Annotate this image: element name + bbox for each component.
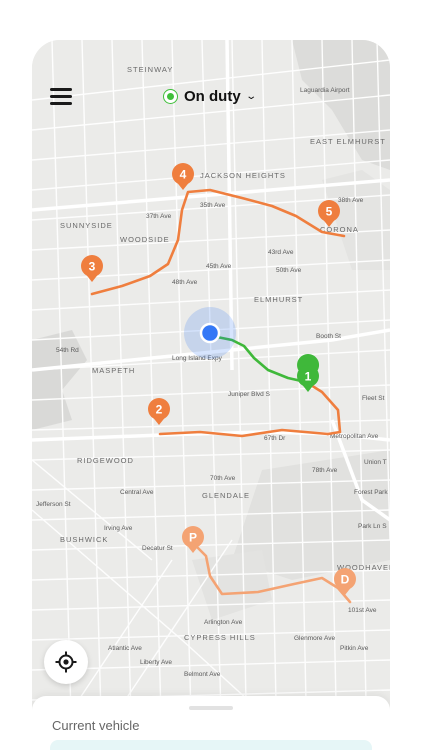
map-view[interactable]: STEINWAY Laguardia Airport EAST ELMHURST… bbox=[32, 40, 390, 750]
stop-pin-label: 1 bbox=[305, 370, 312, 384]
hamburger-menu-icon[interactable] bbox=[50, 86, 74, 106]
map-label-booth-st: Booth St bbox=[316, 333, 341, 340]
map-label-irving-ave: Irving Ave bbox=[104, 525, 133, 532]
map-label-67th-dr: 67th Dr bbox=[264, 435, 286, 442]
map-label-arlington-ave: Arlington Ave bbox=[204, 619, 243, 626]
sheet-drag-handle[interactable] bbox=[189, 706, 233, 710]
stop-pin-label: 2 bbox=[156, 403, 163, 417]
recenter-location-button[interactable] bbox=[44, 640, 88, 684]
map-label-decatur-st: Decatur St bbox=[142, 545, 173, 552]
map-label-54th-rd: 54th Rd bbox=[56, 347, 79, 354]
map-label-liberty-ave: Liberty Ave bbox=[140, 659, 172, 666]
map-label-50th-ave: 50th Ave bbox=[276, 267, 302, 274]
pickup-pin-label: P bbox=[189, 531, 197, 545]
map-label-38th-ave: 38th Ave bbox=[338, 197, 364, 204]
map-label-sunnyside: SUNNYSIDE bbox=[60, 221, 113, 230]
status-indicator-dot bbox=[164, 89, 177, 103]
map-label-35th-ave: 35th Ave bbox=[200, 202, 226, 209]
duty-status-dropdown[interactable]: On duty ⌄ bbox=[164, 84, 257, 108]
map-label-cypress-hills: CYPRESS HILLS bbox=[184, 633, 256, 642]
map-label-37th-ave: 37th Ave bbox=[146, 213, 172, 220]
chevron-down-icon: ⌄ bbox=[244, 90, 257, 102]
stop-pin-label: 5 bbox=[326, 205, 333, 219]
map-label-woodside: WOODSIDE bbox=[120, 235, 170, 244]
map-label-70th-ave: 70th Ave bbox=[210, 475, 236, 482]
map-label-forest-park: Forest Park bbox=[354, 489, 388, 496]
map-label-glendale: GLENDALE bbox=[202, 491, 250, 500]
map-label-101st-ave: 101st Ave bbox=[348, 607, 377, 614]
map-label-45th-ave: 45th Ave bbox=[206, 263, 232, 270]
map-label-fleet-st: Fleet St bbox=[362, 395, 385, 402]
map-label-central-ave: Central Ave bbox=[120, 489, 154, 496]
bottom-sheet[interactable]: Current vehicle bbox=[32, 696, 390, 750]
crosshair-icon bbox=[55, 651, 77, 673]
map-label-bushwick: BUSHWICK bbox=[60, 535, 108, 544]
top-bar: On duty ⌄ bbox=[32, 80, 390, 114]
map-label-43rd-ave: 43rd Ave bbox=[268, 249, 294, 256]
map-label-jefferson-st: Jefferson St bbox=[36, 501, 71, 508]
map-label-juniper-blvd: Juniper Blvd S bbox=[228, 391, 271, 398]
map-label-elmhurst: ELMHURST bbox=[254, 295, 303, 304]
map-label-metropolitan-ave: Metropolitan Ave bbox=[330, 433, 379, 440]
map-label-glenmore-ave: Glenmore Ave bbox=[294, 635, 335, 642]
phone-frame: STEINWAY Laguardia Airport EAST ELMHURST… bbox=[32, 40, 390, 750]
map-label-park-ln: Park Ln S bbox=[358, 523, 387, 530]
map-label-48th-ave: 48th Ave bbox=[172, 279, 198, 286]
map-label-pitkin-ave: Pitkin Ave bbox=[340, 645, 369, 652]
current-vehicle-title: Current vehicle bbox=[52, 718, 140, 733]
map-label-steinway: STEINWAY bbox=[127, 65, 173, 74]
map-label-jackson-heights: JACKSON HEIGHTS bbox=[200, 171, 286, 180]
map-label-ridgewood: RIDGEWOOD bbox=[77, 456, 134, 465]
dropoff-pin-label: D bbox=[341, 573, 350, 587]
map-label-union-tpke: Union T bbox=[364, 459, 387, 466]
duty-status-label: On duty bbox=[184, 87, 241, 105]
map-label-78th-ave: 78th Ave bbox=[312, 467, 338, 474]
map-label-east-elmhurst: EAST ELMHURST bbox=[310, 137, 386, 146]
current-vehicle-card[interactable] bbox=[50, 740, 372, 750]
map-label-maspeth: MASPETH bbox=[92, 366, 135, 375]
stop-pin-label: 4 bbox=[180, 168, 187, 182]
map-label-atlantic-ave: Atlantic Ave bbox=[108, 645, 142, 652]
map-label-belmont-ave: Belmont Ave bbox=[184, 671, 221, 678]
current-location-dot bbox=[199, 322, 221, 344]
stop-pin-label: 3 bbox=[89, 260, 96, 274]
